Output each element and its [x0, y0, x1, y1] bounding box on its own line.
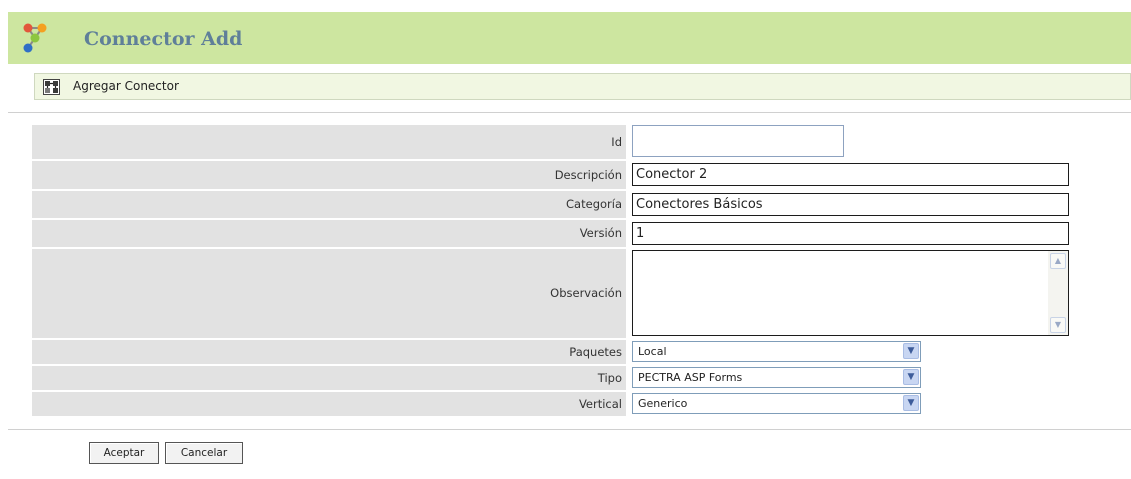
cancel-button[interactable]: Cancelar — [165, 442, 243, 464]
app-logo-icon — [23, 23, 47, 53]
paquetes-select[interactable]: Local ▼ — [632, 341, 921, 362]
form-row-vertical: Vertical — [32, 392, 626, 416]
form-row-id: Id — [32, 125, 626, 159]
page-title: Connector Add — [84, 28, 243, 50]
form-row-tipo: Tipo — [32, 366, 626, 390]
version-input[interactable] — [632, 222, 1069, 245]
accept-button[interactable]: Aceptar — [89, 442, 159, 464]
title-bar: Connector Add — [8, 12, 1131, 64]
categoria-input[interactable] — [632, 193, 1069, 216]
vertical-selected-value: Generico — [638, 397, 688, 410]
observacion-textarea[interactable] — [633, 251, 1045, 335]
divider — [8, 429, 1131, 430]
paquetes-label: Paquetes — [569, 345, 622, 359]
form-row-version: Versión — [32, 220, 626, 247]
observacion-scrollbar[interactable]: ▲ ▼ — [1048, 251, 1068, 335]
form-row-paquetes: Paquetes — [32, 340, 626, 364]
scroll-down-icon[interactable]: ▼ — [1050, 317, 1066, 333]
section-title: Agregar Conector — [73, 79, 179, 93]
section-header: Agregar Conector — [34, 73, 1131, 100]
form-row-categoria: Categoría — [32, 191, 626, 218]
paquetes-selected-value: Local — [638, 345, 667, 358]
observacion-label: Observación — [550, 286, 622, 300]
id-label: Id — [611, 135, 622, 149]
vertical-select[interactable]: Generico ▼ — [632, 393, 921, 414]
descripcion-label: Descripción — [554, 168, 622, 182]
tipo-label: Tipo — [597, 371, 622, 385]
tipo-select[interactable]: PECTRA ASP Forms ▼ — [632, 367, 921, 388]
categoria-label: Categoría — [566, 197, 622, 211]
id-input[interactable] — [632, 125, 844, 157]
divider — [8, 112, 1131, 113]
vertical-label: Vertical — [578, 397, 622, 411]
form-row-observacion: Observación — [32, 249, 626, 338]
tipo-selected-value: PECTRA ASP Forms — [638, 371, 743, 384]
version-label: Versión — [579, 226, 622, 240]
scroll-up-icon[interactable]: ▲ — [1050, 253, 1066, 269]
chevron-down-icon[interactable]: ▼ — [903, 395, 919, 411]
connector-icon — [43, 79, 60, 95]
chevron-down-icon[interactable]: ▼ — [903, 369, 919, 385]
descripcion-input[interactable] — [632, 163, 1069, 186]
form-row-descripcion: Descripción — [32, 161, 626, 189]
observacion-textarea-frame: ▲ ▼ — [632, 250, 1069, 336]
chevron-down-icon[interactable]: ▼ — [903, 343, 919, 359]
